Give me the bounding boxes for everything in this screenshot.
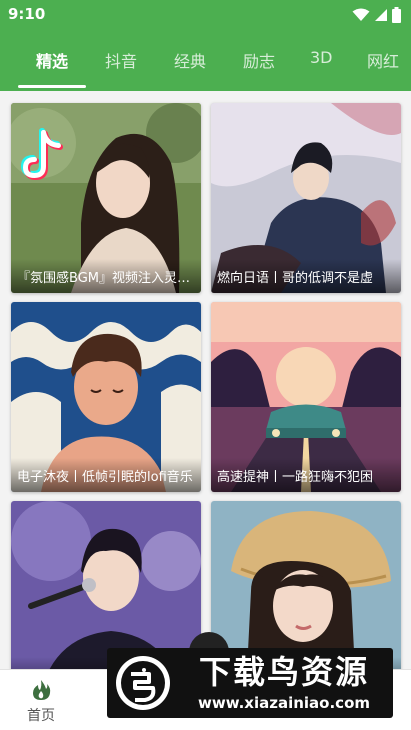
- category-tabs: 精选 抖音 经典 励志 3D 网红: [0, 38, 411, 88]
- playlist-title: 电子沐夜丨低帧引眠的lofi音乐: [11, 458, 201, 492]
- playlist-card[interactable]: [11, 501, 201, 669]
- playlist-title: 高速提神丨一路狂嗨不犯困: [211, 458, 401, 492]
- flame-icon: [33, 680, 51, 700]
- playlist-card[interactable]: 『氛围感BGM』视频注入灵魂的音乐: [11, 103, 201, 293]
- nav-item-home[interactable]: 首页: [0, 670, 82, 730]
- tab-internet-celebrity[interactable]: 网红: [367, 48, 399, 72]
- tab-3d[interactable]: 3D: [310, 48, 333, 67]
- status-time: 9:10: [8, 5, 46, 23]
- playlist-card[interactable]: 燃向日语丨哥的低调不是虚: [211, 103, 401, 293]
- battery-icon: [392, 7, 401, 23]
- tiktok-logo-icon: [20, 128, 63, 181]
- nav-label: 首页: [27, 708, 55, 724]
- playlist-cover-image: [11, 501, 201, 669]
- playlist-cover-image: [211, 501, 401, 669]
- status-bar: 9:10: [0, 0, 411, 32]
- playlist-card[interactable]: 电子沐夜丨低帧引眠的lofi音乐: [11, 302, 201, 492]
- playlist-card[interactable]: 高速提神丨一路狂嗨不犯困: [211, 302, 401, 492]
- bird-logo-icon: [116, 656, 170, 710]
- top-header: 9:10 精选 抖音 经典 励志 3D 网红: [0, 0, 411, 91]
- watermark-url: www.xiazainiao.com: [197, 694, 371, 712]
- playlist-grid: 『氛围感BGM』视频注入灵魂的音乐 燃向日语丨哥的低调不是虚: [0, 91, 411, 669]
- playlist-title: 燃向日语丨哥的低调不是虚: [211, 259, 401, 293]
- wifi-icon: [352, 8, 370, 21]
- app-screen: 9:10 精选 抖音 经典 励志 3D 网红 『氛围感BGM』视频注入灵魂 燃向…: [0, 0, 411, 730]
- tab-selected[interactable]: 精选: [36, 48, 68, 72]
- playlist-card[interactable]: [211, 501, 401, 669]
- active-tab-indicator: [18, 85, 86, 88]
- watermark-banner: 下载鸟资源 www.xiazainiao.com: [107, 648, 393, 718]
- watermark-title: 下载鸟资源: [198, 653, 369, 691]
- status-icons: [352, 7, 401, 23]
- tab-douyin[interactable]: 抖音: [105, 48, 137, 72]
- tab-classic[interactable]: 经典: [174, 48, 206, 72]
- signal-icon: [375, 9, 387, 21]
- playlist-title: 『氛围感BGM』视频注入灵魂的音乐: [11, 259, 201, 293]
- tab-inspirational[interactable]: 励志: [243, 48, 275, 72]
